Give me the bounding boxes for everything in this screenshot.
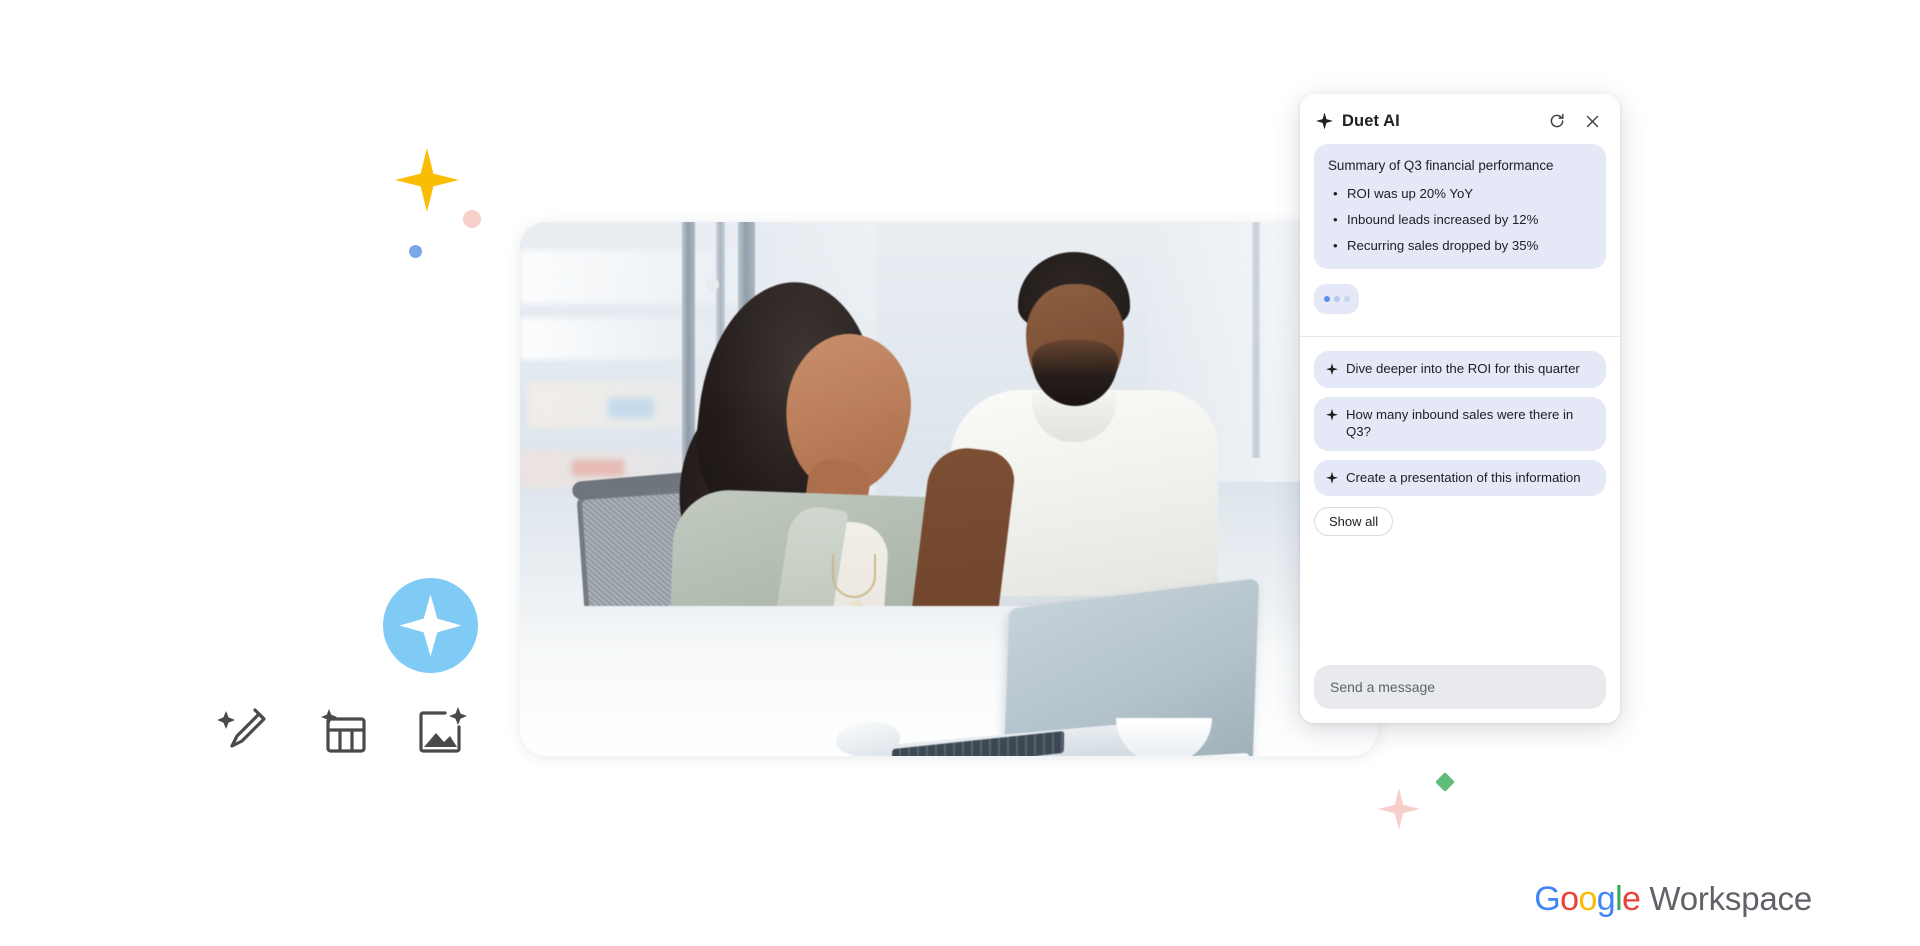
google-letter: o <box>1560 880 1579 918</box>
workspace-wordmark: Workspace <box>1649 880 1812 917</box>
list-item: Recurring sales dropped by 35% <box>1333 237 1592 255</box>
decorative-star-yellow <box>395 148 459 212</box>
typing-dot <box>1343 296 1350 303</box>
google-letter: e <box>1622 880 1641 918</box>
page-root: Duet AI Summary of Q3 financial performa… <box>0 0 1920 946</box>
panel-title: Duet AI <box>1342 111 1400 130</box>
panel-header: Duet AI <box>1300 94 1620 144</box>
suggestion-chip[interactable]: Create a presentation of this informatio… <box>1314 459 1606 497</box>
typing-dot <box>1323 296 1330 303</box>
google-workspace-logo: Google Workspace <box>1534 882 1812 916</box>
sparkle-icon <box>1316 112 1333 130</box>
composer <box>1300 651 1620 723</box>
sparkle-icon <box>1326 471 1338 484</box>
suggestion-label: How many inbound sales were there in Q3? <box>1346 406 1574 440</box>
refresh-icon[interactable] <box>1544 108 1570 134</box>
show-all-button[interactable]: Show all <box>1314 507 1394 537</box>
suggestion-label: Dive deeper into the ROI for this quarte… <box>1346 361 1580 377</box>
google-wordmark: Google <box>1534 880 1641 918</box>
decorative-diamond-green <box>1435 772 1455 792</box>
typing-dot <box>1333 296 1340 303</box>
typing-indicator <box>1314 284 1359 315</box>
google-letter: o <box>1578 880 1597 918</box>
ai-sparkle-badge <box>383 578 478 673</box>
suggestion-chip[interactable]: Dive deeper into the ROI for this quarte… <box>1314 351 1606 388</box>
message-summary-title: Summary of Q3 financial performance <box>1328 158 1554 173</box>
google-letter: l <box>1615 880 1623 918</box>
suggestion-chip[interactable]: How many inbound sales were there in Q3? <box>1314 396 1606 451</box>
list-item: ROI was up 20% YoY <box>1333 185 1592 203</box>
assistant-message: Summary of Q3 financial performance ROI … <box>1314 144 1606 270</box>
sparkle-icon <box>399 594 462 657</box>
decorative-dot-blue <box>409 245 422 258</box>
suggestion-label: Create a presentation of this informatio… <box>1346 469 1581 485</box>
hero-photo <box>520 222 1378 756</box>
close-icon[interactable] <box>1579 108 1605 134</box>
sparkle-icon <box>1326 363 1338 376</box>
image-sparkle-icon <box>415 705 467 757</box>
duet-ai-panel: Duet AI Summary of Q3 financial performa… <box>1300 94 1620 723</box>
table-sparkle-icon <box>315 705 367 757</box>
decorative-dot-pink <box>463 210 481 228</box>
list-item: Inbound leads increased by 12% <box>1333 211 1592 229</box>
suggestion-list: Dive deeper into the ROI for this quarte… <box>1300 337 1620 537</box>
decorative-star-pink <box>1378 788 1420 830</box>
google-letter: G <box>1534 880 1561 918</box>
magic-pencil-icon <box>215 705 267 757</box>
google-letter: g <box>1596 880 1616 918</box>
message-bullet-list: ROI was up 20% YoY Inbound leads increas… <box>1328 185 1592 256</box>
conversation: Summary of Q3 financial performance ROI … <box>1300 144 1620 315</box>
sparkle-icon <box>1326 408 1338 421</box>
feature-icon-row <box>215 705 467 757</box>
message-input[interactable] <box>1314 665 1606 709</box>
